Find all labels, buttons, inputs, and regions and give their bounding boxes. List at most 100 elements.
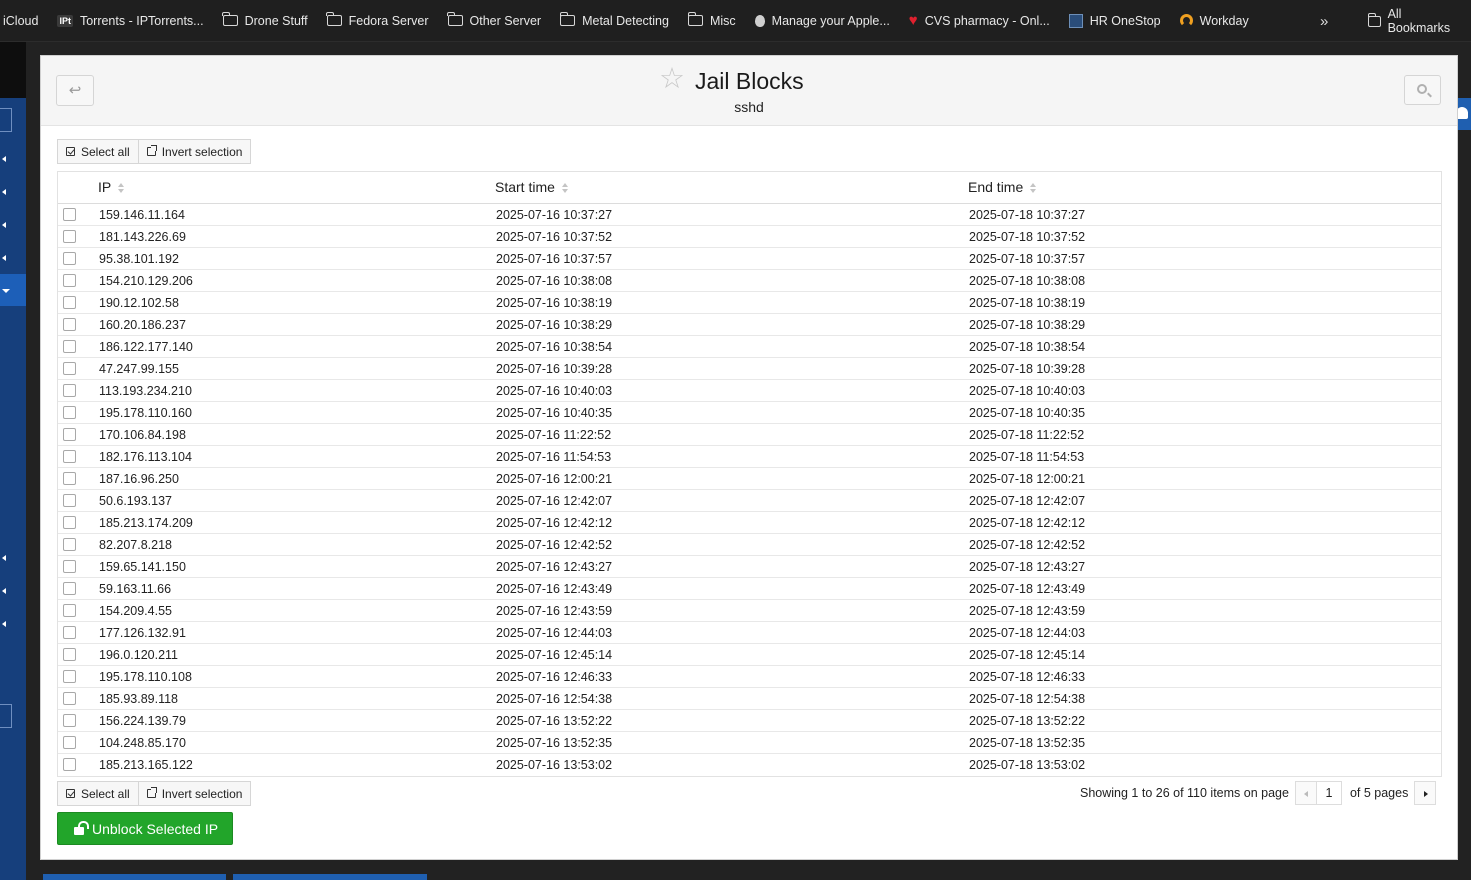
table-row[interactable]: 195.178.110.108 2025-07-16 12:46:33 2025-0…: [58, 666, 1441, 688]
row-checkbox[interactable]: [63, 670, 76, 683]
row-checkbox[interactable]: [63, 692, 76, 705]
iptorrents-icon: IPt: [57, 14, 73, 27]
bookmark-item[interactable]: ♥ CVS pharmacy - Onl...: [909, 0, 1050, 41]
row-checkbox[interactable]: [63, 582, 76, 595]
invert-selection-button[interactable]: Invert selection: [138, 139, 252, 164]
table-row[interactable]: 187.16.96.250 2025-07-16 12:00:21 2025-07-…: [58, 468, 1441, 490]
bookmark-item[interactable]: HR OneStop: [1068, 0, 1161, 41]
sidebar-expand-icon[interactable]: [2, 222, 6, 228]
row-checkbox[interactable]: [63, 648, 76, 661]
table-row[interactable]: 113.193.234.210 2025-07-16 10:40:03 2025-0…: [58, 380, 1441, 402]
row-checkbox[interactable]: [63, 318, 76, 331]
row-checkbox[interactable]: [63, 494, 76, 507]
row-checkbox[interactable]: [63, 252, 76, 265]
select-all-button[interactable]: Select all: [57, 139, 139, 164]
bookmark-item[interactable]: Other Server: [447, 0, 541, 41]
table-row[interactable]: 185.213.165.122 2025-07-16 13:53:02 2025-0…: [58, 754, 1441, 776]
row-checkbox[interactable]: [63, 406, 76, 419]
table-row[interactable]: 82.207.8.218 2025-07-16 12:42:52 2025-07-1…: [58, 534, 1441, 556]
bookmark-item[interactable]: Metal Detecting: [559, 0, 669, 41]
previous-page-button[interactable]: [1294, 781, 1317, 805]
table-row[interactable]: 159.146.11.164 2025-07-16 10:37:27 2025-07…: [58, 204, 1441, 226]
hr-icon: [1068, 13, 1083, 28]
bottom-tab[interactable]: [233, 874, 427, 880]
page-number-input[interactable]: 1: [1315, 781, 1342, 805]
row-checkbox[interactable]: [63, 208, 76, 221]
row-checkbox[interactable]: [63, 714, 76, 727]
bookmarks-overflow-button[interactable]: »: [1320, 0, 1328, 42]
sidebar-search-box[interactable]: [0, 108, 12, 132]
table-row[interactable]: 47.247.99.155 2025-07-16 10:39:28 2025-07-…: [58, 358, 1441, 380]
table-row[interactable]: 196.0.120.211 2025-07-16 12:45:14 2025-07-…: [58, 644, 1441, 666]
row-checkbox[interactable]: [63, 230, 76, 243]
bookmark-label: Fedora Server: [348, 13, 429, 28]
sidebar-expand-icon[interactable]: [2, 588, 6, 594]
table-row[interactable]: 59.163.11.66 2025-07-16 12:43:49 2025-07-1…: [58, 578, 1441, 600]
bottom-tab[interactable]: [43, 874, 226, 880]
favorite-star-icon[interactable]: ☆: [659, 65, 685, 94]
sidebar-expand-icon[interactable]: [2, 255, 6, 261]
sidebar-expand-icon[interactable]: [2, 555, 6, 561]
table-row[interactable]: 190.12.102.58 2025-07-16 10:38:19 2025-07-…: [58, 292, 1441, 314]
bookmark-item[interactable]: Workday: [1179, 0, 1249, 41]
sidebar-expand-icon[interactable]: [2, 156, 6, 162]
table-row[interactable]: 154.210.129.206 2025-07-16 10:38:08 2025-0…: [58, 270, 1441, 292]
table-row[interactable]: 159.65.141.150 2025-07-16 12:43:27 2025-07…: [58, 556, 1441, 578]
row-checkbox[interactable]: [63, 626, 76, 639]
table-row[interactable]: 195.178.110.160 2025-07-16 10:40:35 2025-0…: [58, 402, 1441, 424]
table-row[interactable]: 95.38.101.192 2025-07-16 10:37:57 2025-07-…: [58, 248, 1441, 270]
unblock-selected-ip-button[interactable]: Unblock Selected IP: [57, 812, 233, 845]
table-row[interactable]: 104.248.85.170 2025-07-16 13:52:35 2025-07…: [58, 732, 1441, 754]
bookmark-item[interactable]: Misc: [687, 0, 736, 41]
table-row[interactable]: 182.176.113.104 2025-07-16 11:54:53 2025-0…: [58, 446, 1441, 468]
bookmark-item[interactable]: iCloud: [3, 0, 38, 41]
row-checkbox[interactable]: [63, 472, 76, 485]
sidebar-expand-icon[interactable]: [2, 189, 6, 195]
row-checkbox[interactable]: [63, 758, 76, 771]
row-checkbox[interactable]: [63, 450, 76, 463]
column-header-start-time[interactable]: Start time: [495, 179, 569, 195]
sidebar-collapse-icon[interactable]: [2, 289, 10, 293]
table-row[interactable]: 181.143.226.69 2025-07-16 10:37:52 2025-07…: [58, 226, 1441, 248]
row-checkbox[interactable]: [63, 538, 76, 551]
row-checkbox[interactable]: [63, 274, 76, 287]
row-checkbox[interactable]: [63, 296, 76, 309]
table-row[interactable]: 50.6.193.137 2025-07-16 12:42:07 2025-07-1…: [58, 490, 1441, 512]
bookmark-item[interactable]: Manage your Apple...: [754, 0, 890, 41]
table-row[interactable]: 154.209.4.55 2025-07-16 12:43:59 2025-07-1…: [58, 600, 1441, 622]
ip-cell: 181.143.226.69: [99, 230, 186, 244]
table-row[interactable]: 185.213.174.209 2025-07-16 12:42:12 2025-0…: [58, 512, 1441, 534]
ip-cell: 185.93.89.118: [99, 692, 179, 706]
next-page-button[interactable]: [1414, 781, 1437, 805]
row-checkbox[interactable]: [63, 340, 76, 353]
bookmark-item[interactable]: IPt Torrents - IPTorrents...: [57, 0, 204, 41]
row-checkbox[interactable]: [63, 736, 76, 749]
start-time-cell: 2025-07-16 12:00:21: [496, 472, 613, 486]
row-checkbox[interactable]: [63, 560, 76, 573]
sidebar-expand-icon[interactable]: [2, 621, 6, 627]
sidebar-box[interactable]: [0, 704, 12, 728]
table-row[interactable]: 160.20.186.237 2025-07-16 10:38:29 2025-07…: [58, 314, 1441, 336]
table-row[interactable]: 186.122.177.140 2025-07-16 10:38:54 2025-0…: [58, 336, 1441, 358]
table-row[interactable]: 156.224.139.79 2025-07-16 13:52:22 2025-07…: [58, 710, 1441, 732]
search-button[interactable]: [1404, 75, 1441, 105]
table-row[interactable]: 185.93.89.118 2025-07-16 12:54:38 2025-07-…: [58, 688, 1441, 710]
row-checkbox[interactable]: [63, 362, 76, 375]
back-arrow-icon: ↩: [68, 82, 82, 99]
column-header-end-time[interactable]: End time: [968, 179, 1037, 195]
invert-selection-button[interactable]: Invert selection: [138, 781, 252, 806]
end-time-cell: 2025-07-18 12:43:27: [969, 560, 1086, 574]
table-row[interactable]: 170.106.84.198 2025-07-16 11:22:52 2025-07…: [58, 424, 1441, 446]
all-bookmarks-button[interactable]: All Bookmarks: [1367, 0, 1453, 42]
folder-icon: [222, 12, 238, 26]
row-checkbox[interactable]: [63, 384, 76, 397]
row-checkbox[interactable]: [63, 516, 76, 529]
folder-icon: [559, 12, 576, 26]
bookmark-item[interactable]: Fedora Server: [326, 0, 429, 41]
column-header-ip[interactable]: IP: [98, 179, 125, 195]
bookmark-item[interactable]: Drone Stuff: [222, 0, 308, 41]
row-checkbox[interactable]: [63, 604, 76, 617]
select-all-button[interactable]: Select all: [57, 781, 139, 806]
table-row[interactable]: 177.126.132.91 2025-07-16 12:44:03 2025-07…: [58, 622, 1441, 644]
row-checkbox[interactable]: [63, 428, 76, 441]
